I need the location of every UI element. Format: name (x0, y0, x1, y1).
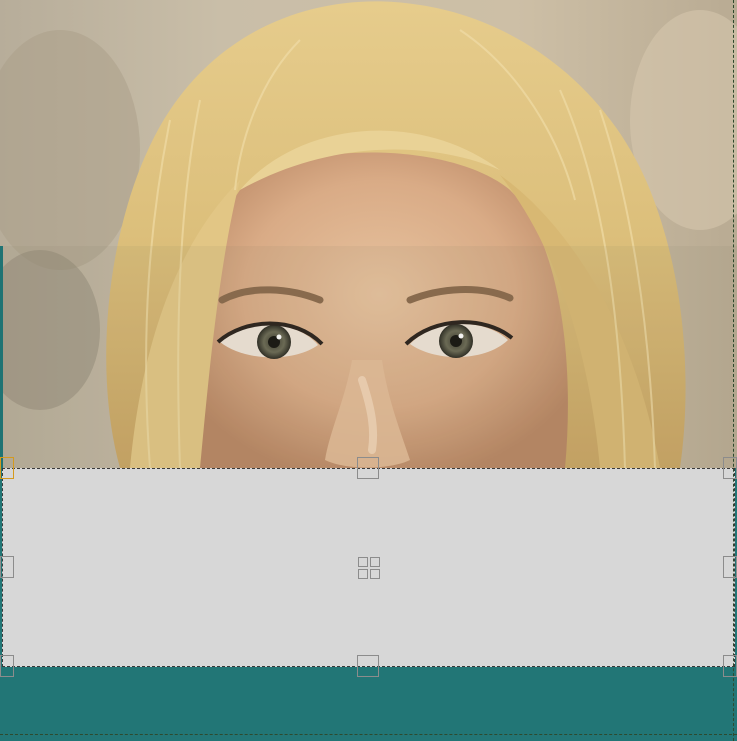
resize-handle-middle-left[interactable] (0, 556, 14, 578)
resize-handle-top-center[interactable] (357, 457, 379, 479)
canvas-background-strip (0, 666, 737, 741)
image-canvas[interactable] (0, 0, 737, 741)
resize-handle-top-right[interactable] (723, 457, 737, 479)
canvas-edge-left (0, 246, 3, 468)
resize-handle-top-left[interactable] (0, 457, 14, 479)
translucent-band (0, 246, 737, 468)
resize-handle-middle-right[interactable] (723, 556, 737, 578)
resize-handle-bottom-center[interactable] (357, 655, 379, 677)
canvas-boundary-right (733, 0, 735, 741)
move-handle-icon[interactable] (356, 555, 382, 581)
canvas-boundary-bottom (0, 734, 737, 736)
resize-handle-bottom-right[interactable] (723, 655, 737, 677)
resize-handle-bottom-left[interactable] (0, 655, 14, 677)
